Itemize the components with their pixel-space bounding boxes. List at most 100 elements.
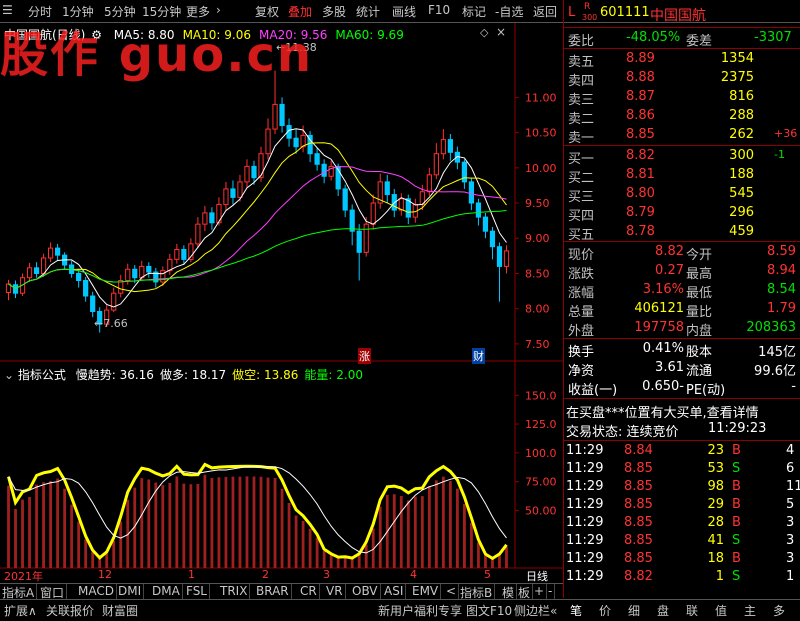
diamond-icon[interactable]: ◇ [480,26,488,39]
indicator-tab-5[interactable]: FSL [184,584,210,600]
tick-volume: 18 [707,551,724,566]
indicator-tab-2[interactable]: MACD [76,584,117,600]
indicator-tab-12[interactable]: EMV [410,584,442,600]
stat-value: 3.16% [642,282,684,297]
side-tab-3[interactable]: 盘 [657,602,669,619]
tab-related-quote[interactable]: 关联报价 [46,602,94,619]
tick-count: 5 [786,497,795,512]
close-icon[interactable]: × [496,25,506,39]
tab-new-user[interactable]: 新用户福利专享 [378,602,462,619]
chart-svg: 11.0010.5010.009.509.008.508.007.50 150.… [0,23,563,583]
marker-cai[interactable]: 财 [472,348,485,364]
tick-row: 11:29 8.82 1 S 1 [564,569,800,587]
indicator-tab-8[interactable]: CR [298,584,320,600]
sell-row[interactable]: 卖一 8.85 262 +36 [564,127,800,146]
tab-wealth-circle[interactable]: 财富圈 [102,602,138,619]
divider [564,398,800,399]
indicator-tab-10[interactable]: OBV [350,584,381,600]
indicator-tab-11[interactable]: ASI [382,584,407,600]
side-tab-7[interactable]: 多 [773,602,785,619]
candle-body [468,181,475,204]
indicator-y-tick-1: 125.0 [525,418,557,431]
tick-time: 11:29 [566,443,604,458]
sell-volume: 262 [729,127,754,142]
chevron-down-icon[interactable]: ⌄ [4,368,14,382]
sell-volume: 1354 [720,51,754,66]
indicator-tab-17[interactable]: + [532,584,548,600]
sell-row[interactable]: 卖四 8.88 2375 [564,70,800,89]
btn-biaoji[interactable]: 标记 [462,3,486,20]
indicator-tab-7[interactable]: BRAR [254,584,292,600]
indicator-tab-18[interactable]: - [546,584,556,600]
tick-price: 8.85 [624,515,653,530]
tick-count: 11 [786,479,800,494]
btn-fanhui[interactable]: 返回 [533,3,557,20]
candle-body [363,223,369,253]
notice-text[interactable]: 在买盘***位置有大买单,查看详情 [566,402,759,421]
indicator-title[interactable]: 指标公式 [18,368,66,382]
buy-label: 买二 [568,171,595,186]
indicator-tab-16[interactable]: 板 [516,584,534,600]
weibi-label: 委比 [568,34,595,49]
btn-duogu[interactable]: 多股 [322,3,346,20]
buy-row[interactable]: 买二 8.81 188 [564,167,800,186]
sell-row[interactable]: 卖五 8.89 1354 [564,51,800,70]
kline-y-tick-0: 11.00 [525,91,557,104]
indicator-tab-3[interactable]: DMI [116,584,145,600]
tab-extend[interactable]: 扩展∧ [4,602,37,619]
btn-huaxian[interactable]: 画线 [392,3,416,20]
tick-price: 8.85 [624,479,653,494]
indicator-tab-4[interactable]: DMA [150,584,183,600]
candle-body [33,267,40,274]
tab-sidebar[interactable]: 侧边栏« [514,602,557,619]
period-label[interactable]: 日线 [526,568,548,584]
candle-body [370,202,376,225]
buy-row[interactable]: 买三 8.80 545 [564,186,800,205]
indicator-tab-15[interactable]: 模 [500,584,518,600]
side-tab-2[interactable]: 细 [628,602,640,619]
candle-body [202,212,208,225]
indicator-tab-9[interactable]: VR [324,584,346,600]
sell-label: 卖一 [568,131,595,146]
tick-side: B [732,479,741,494]
tick-row: 11:29 8.85 98 B 11 [564,479,800,497]
stat-label: 涨幅 [568,286,595,301]
candle-body [125,268,131,282]
tab-f10-graphic[interactable]: 图文F10 [466,602,512,619]
bigorder-notice[interactable]: 在买盘***位置有大买单,查看详情 [564,402,800,421]
stat-value: 406121 [634,301,684,316]
side-tab-5[interactable]: 值 [715,602,727,619]
indicator-tab-1[interactable]: 窗口 [38,584,68,600]
divider [564,241,800,242]
side-tab-4[interactable]: 联 [686,602,698,619]
candle-body [272,103,278,130]
side-tab-1[interactable]: 价 [599,602,611,619]
indicator-tab-6[interactable]: TRIX [218,584,251,600]
stat-label: 最低 [686,286,713,301]
buy-row[interactable]: 买一 8.82 300 -1 [564,148,800,167]
sell-row[interactable]: 卖二 8.86 288 [564,108,800,127]
marker-zhang[interactable]: 涨 [358,348,371,364]
tick-row: 11:29 8.85 29 B 5 [564,497,800,515]
stat-value: 8.82 [655,244,684,259]
tick-count: 3 [786,551,795,566]
btn-zixuan[interactable]: -自选 [495,3,523,20]
btn-f10[interactable]: F10 [428,3,450,17]
btn-tongji[interactable]: 统计 [356,3,380,20]
divider [564,48,800,49]
tick-row: 11:29 8.84 23 B 4 [564,443,800,461]
side-tab-6[interactable]: 主 [744,602,756,619]
indicator-tab-0[interactable]: 指标A [0,584,38,600]
sell-label: 卖五 [568,55,595,70]
share-stat-row: 净资 3.61 流通 99.6亿 [564,360,800,379]
sell-label: 卖三 [568,93,595,108]
side-tab-0[interactable]: 笔 [570,602,582,619]
indicator-tab-14[interactable]: 指标B [458,584,496,600]
x-label-year: 2021年 [4,570,43,583]
buy-row[interactable]: 买四 8.79 296 [564,205,800,224]
sell-row[interactable]: 卖三 8.87 816 [564,89,800,108]
trade-status-label: 交易状态: 连续竞价 [566,425,679,440]
buy-row[interactable]: 买五 8.78 459 [564,224,800,243]
indicator-tab-13[interactable]: < [444,584,460,600]
share-stat-label: 股本 [686,345,713,360]
